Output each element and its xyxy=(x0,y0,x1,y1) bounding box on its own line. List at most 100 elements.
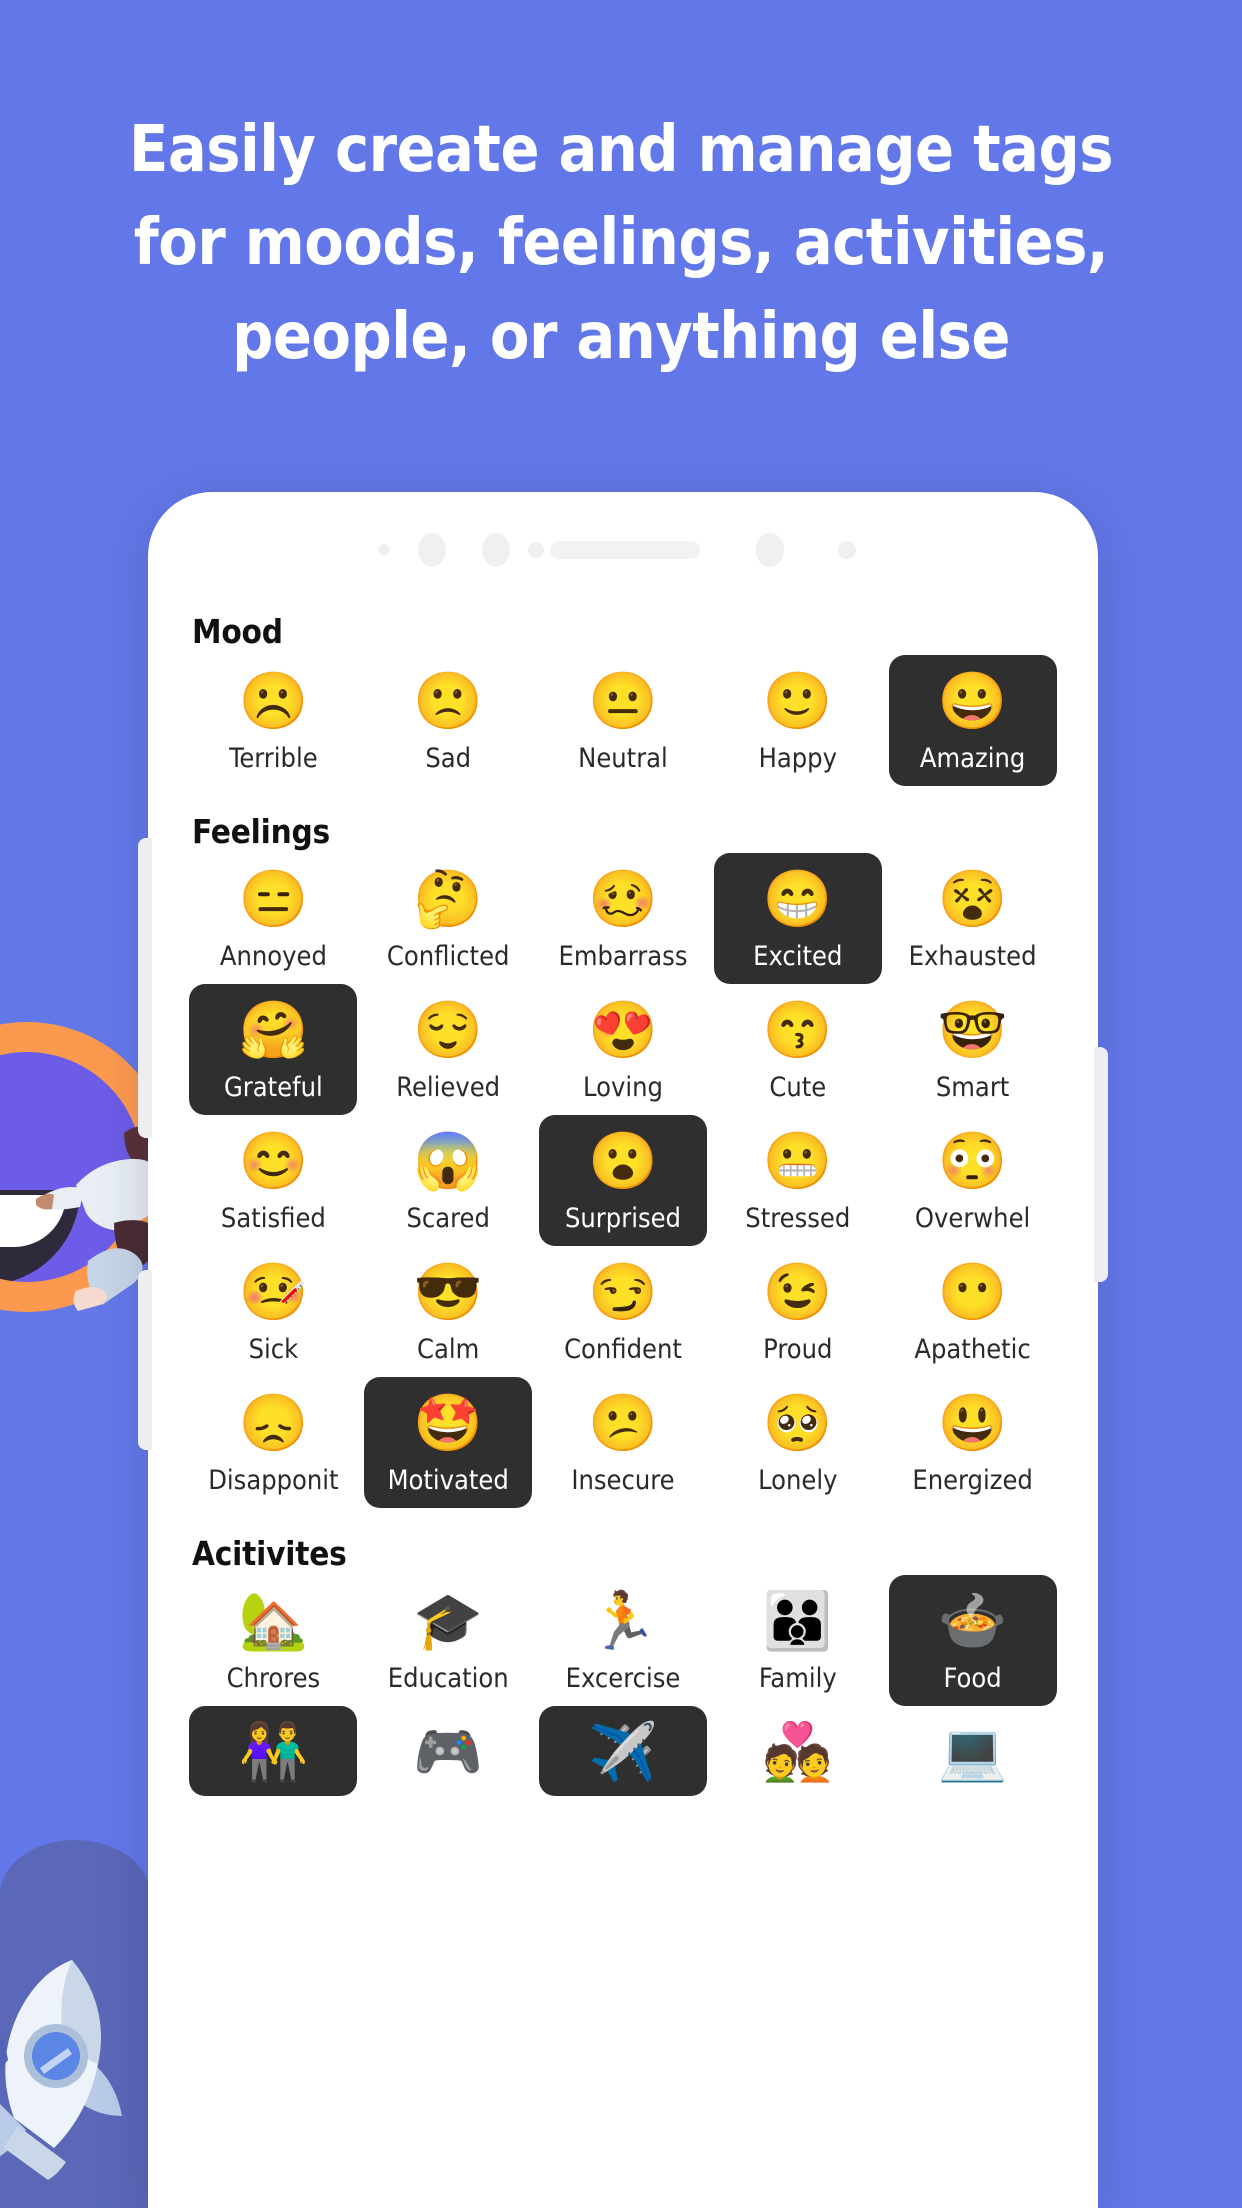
tag-label: Exhausted xyxy=(908,941,1037,972)
tag-apathetic[interactable]: 😶 Apathetic xyxy=(889,1246,1057,1377)
tag-label: Energized xyxy=(912,1465,1033,1496)
beaming-face-emoji: 😁 xyxy=(762,866,833,930)
tag-neutral[interactable]: 😐 Neutral xyxy=(539,655,707,786)
phone-mockup: Mood ☹️ Terrible 🙁 Sad 😐 Neutral 🙂 Happy 😀 Amazin… xyxy=(148,492,1098,2208)
sensor-dot-large-icon xyxy=(756,533,784,567)
tag-smart[interactable]: 🤓 Smart xyxy=(889,984,1057,1115)
tag-loving[interactable]: 😍 Loving xyxy=(539,984,707,1115)
tag-label: Education xyxy=(387,1663,509,1694)
tag-proud[interactable]: 😉 Proud xyxy=(714,1246,882,1377)
person-running-emoji: 🏃 xyxy=(588,1588,658,1652)
tag-food[interactable]: 🍲 Food xyxy=(888,1575,1057,1706)
relieved-face-emoji: 😌 xyxy=(413,997,484,1061)
tag-terrible[interactable]: ☹️ Terrible xyxy=(189,655,357,786)
tag-confident[interactable]: 😏 Confident xyxy=(539,1246,707,1377)
tag-grid-feelings: 😑 Annoyed 🤔 Conflicted 🥴 Embarrass 😁 Excited 😵 Ex… xyxy=(186,853,1060,1508)
tag-motivated[interactable]: 🤩 Motivated xyxy=(364,1377,533,1508)
tag-two-people-holding-hands-emoji[interactable]: 👫 xyxy=(189,1706,358,1796)
heart-eyes-face-emoji: 😍 xyxy=(588,997,658,1061)
grimacing-face-emoji: 😬 xyxy=(762,1128,833,1192)
tag-cute[interactable]: 😙 Cute xyxy=(714,984,882,1115)
tag-label: Sad xyxy=(425,743,472,774)
phone-power-button[interactable] xyxy=(1094,1047,1108,1282)
tag-lonely[interactable]: 🥺 Lonely xyxy=(714,1377,882,1508)
tag-label: Relieved xyxy=(396,1072,501,1103)
decorative-smiley-teeth xyxy=(0,1195,66,1247)
tag-label: Neutral xyxy=(578,743,668,774)
tag-label: Cute xyxy=(769,1072,827,1103)
flushed-face-emoji: 😳 xyxy=(937,1128,1008,1192)
tag-label: Scared xyxy=(406,1203,490,1234)
tag-conflicted[interactable]: 🤔 Conflicted xyxy=(364,853,532,984)
tag-energized[interactable]: 😃 Energized xyxy=(889,1377,1057,1508)
two-people-holding-hands-emoji: 👫 xyxy=(238,1719,309,1783)
tag-couple-with-heart-emoji[interactable]: 💑 xyxy=(714,1706,882,1796)
tag-grateful[interactable]: 🤗 Grateful xyxy=(189,984,358,1115)
tag-education[interactable]: 🎓 Education xyxy=(364,1575,532,1706)
tag-grid-mood: ☹️ Terrible 🙁 Sad 😐 Neutral 🙂 Happy 😀 Amazing xyxy=(186,655,1060,786)
tag-label: Confident xyxy=(564,1334,682,1365)
tag-label: Proud xyxy=(763,1334,833,1365)
slightly-smiling-emoji: 🙂 xyxy=(762,668,833,732)
tag-satisfied[interactable]: 😊 Satisfied xyxy=(189,1115,357,1246)
tag-sick[interactable]: 🤒 Sick xyxy=(189,1246,357,1377)
woozy-face-emoji: 🥴 xyxy=(588,866,658,930)
tag-label: Conflicted xyxy=(386,941,510,972)
section-title-activities: Acitivites xyxy=(192,1534,347,1573)
tag-label: Stressed xyxy=(745,1203,851,1234)
tag-amazing[interactable]: 😀 Amazing xyxy=(888,655,1057,786)
decorative-smiley-mouth xyxy=(0,1190,80,1282)
tag-overwhel[interactable]: 😳 Overwhel xyxy=(889,1115,1057,1246)
tag-label: Calm xyxy=(417,1334,480,1365)
phone-volume-up-button[interactable] xyxy=(138,838,152,1138)
no-mouth-face-emoji: 😶 xyxy=(937,1259,1008,1323)
phone-volume-down-button[interactable] xyxy=(138,1270,152,1450)
tag-chrores[interactable]: 🏡 Chrores xyxy=(189,1575,357,1706)
tag-label: Lonely xyxy=(758,1465,838,1496)
tag-disapponit[interactable]: 😞 Disapponit xyxy=(189,1377,357,1508)
smirking-face-emoji: 😏 xyxy=(588,1259,658,1323)
tag-label: Satisfied xyxy=(220,1203,326,1234)
sensor-dot-large-icon xyxy=(418,533,446,567)
tag-surprised[interactable]: 😮 Surprised xyxy=(538,1115,707,1246)
grinning-face-emoji: 😀 xyxy=(937,668,1008,732)
tag-family[interactable]: 👪 Family xyxy=(714,1575,882,1706)
tag-stressed[interactable]: 😬 Stressed xyxy=(714,1115,882,1246)
section-mood: Mood ☹️ Terrible 🙁 Sad 😐 Neutral 🙂 Happy 😀 Amazin… xyxy=(186,612,1060,786)
star-struck-face-emoji: 🤩 xyxy=(413,1390,484,1454)
winking-face-emoji: 😉 xyxy=(762,1259,833,1323)
promo-screenshot: Easily create and manage tags for moods,… xyxy=(0,0,1242,2208)
disappointed-face-emoji: 😞 xyxy=(238,1390,309,1454)
tag-video-game-controller-emoji[interactable]: 🎮 xyxy=(364,1706,532,1796)
tag-laptop-emoji[interactable]: 💻 xyxy=(889,1706,1057,1796)
tag-excited[interactable]: 😁 Excited xyxy=(713,853,882,984)
tag-exhausted[interactable]: 😵 Exhausted xyxy=(889,853,1057,984)
pot-of-food-emoji: 🍲 xyxy=(937,1588,1008,1652)
tag-label: Excercise xyxy=(565,1663,681,1694)
tag-relieved[interactable]: 😌 Relieved xyxy=(364,984,532,1115)
tag-sad[interactable]: 🙁 Sad xyxy=(364,655,532,786)
section-feelings: Feelings 😑 Annoyed 🤔 Conflicted 🥴 Embarrass 😁 E… xyxy=(186,812,1060,1508)
smiling-face-eyes-emoji: 😊 xyxy=(238,1128,309,1192)
screaming-fear-face-emoji: 😱 xyxy=(413,1128,484,1192)
laptop-emoji: 💻 xyxy=(937,1719,1008,1783)
tag-label: Terrible xyxy=(229,743,318,774)
tag-annoyed[interactable]: 😑 Annoyed xyxy=(189,853,357,984)
sunglasses-face-emoji: 😎 xyxy=(413,1259,484,1323)
decorative-smiley-face xyxy=(0,1052,142,1282)
tag-label: Grateful xyxy=(223,1072,323,1103)
tag-happy[interactable]: 🙂 Happy xyxy=(714,655,882,786)
tag-label: Sick xyxy=(248,1334,299,1365)
tag-calm[interactable]: 😎 Calm xyxy=(364,1246,532,1377)
tag-scared[interactable]: 😱 Scared xyxy=(364,1115,532,1246)
tag-excercise[interactable]: 🏃 Excercise xyxy=(539,1575,707,1706)
tag-embarrass[interactable]: 🥴 Embarrass xyxy=(539,853,707,984)
tag-airplane-emoji[interactable]: ✈️ xyxy=(538,1706,707,1796)
tag-label: Excited xyxy=(753,941,843,972)
neutral-face-emoji: 😐 xyxy=(588,668,658,732)
house-with-garden-emoji: 🏡 xyxy=(238,1588,309,1652)
tag-insecure[interactable]: 😕 Insecure xyxy=(539,1377,707,1508)
tag-label: Motivated xyxy=(387,1465,509,1496)
tag-label: Amazing xyxy=(919,743,1026,774)
video-game-controller-emoji: 🎮 xyxy=(413,1719,484,1783)
